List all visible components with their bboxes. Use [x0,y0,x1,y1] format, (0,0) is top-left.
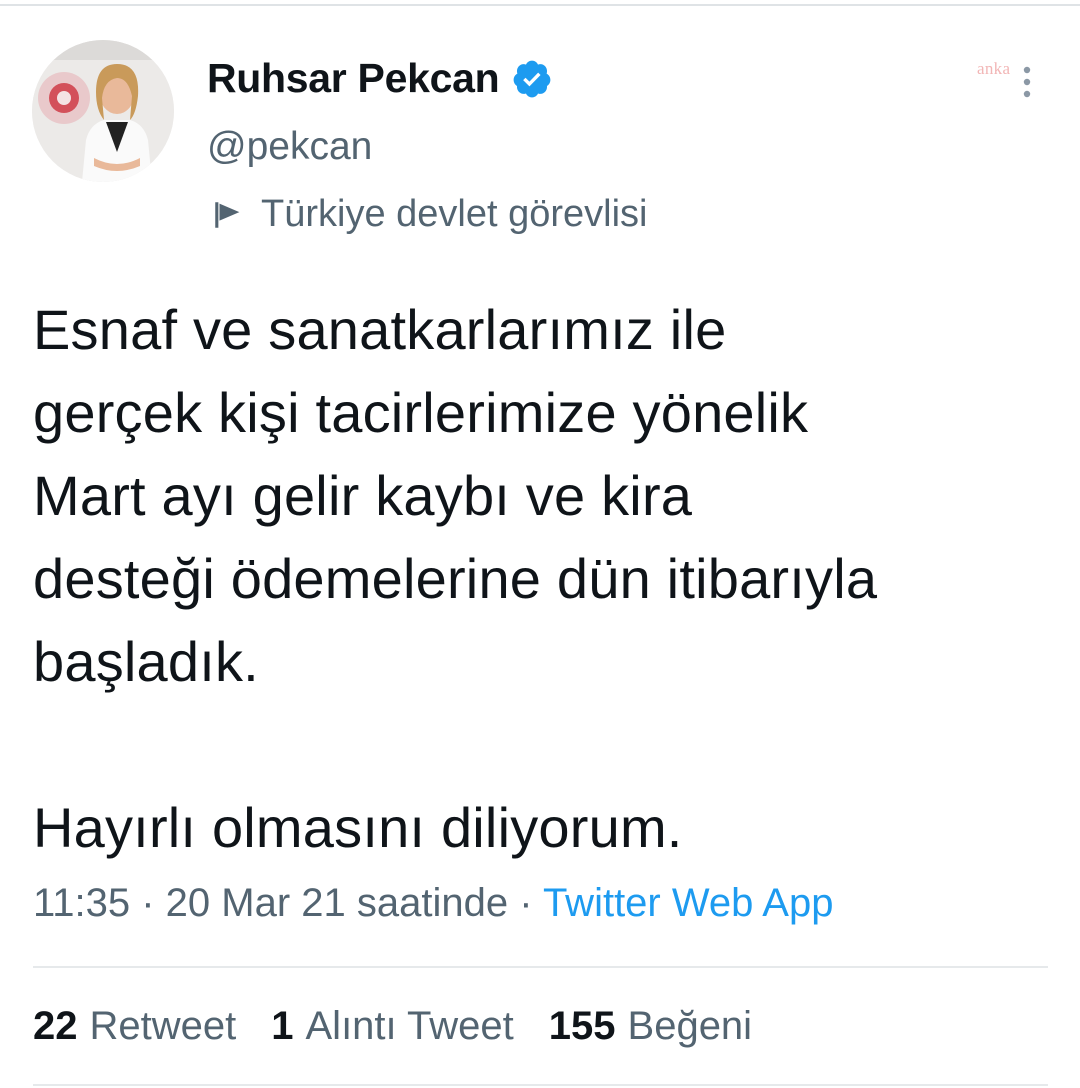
like-label: Beğeni [627,1004,753,1048]
like-count-link[interactable]: 155 Beğeni [549,1004,752,1049]
tweet-text-line: gerçek kişi tacirlerimize yönelik [33,381,809,444]
tweet-meta: 11:35 · 20 Mar 21 saatinde · Twitter Web… [33,881,833,926]
author-handle[interactable]: @pekcan [207,125,372,169]
watermark-logo: anka [977,59,1011,78]
quote-count: 1 [271,1004,294,1048]
retweet-count: 22 [33,1004,78,1048]
flag-icon [215,201,240,228]
avatar[interactable] [32,40,174,182]
quote-label: Alıntı Tweet [305,1004,514,1048]
affiliation-text: Türkiye devlet görevlisi [261,193,648,235]
tweet-source-link[interactable]: Twitter Web App [543,881,834,925]
retweet-label: Retweet [89,1004,237,1048]
more-vertical-icon[interactable] [1016,60,1038,104]
tweet-stats: 22 Retweet 1 Alıntı Tweet 155 Beğeni [33,1004,787,1049]
tweet-text-line: başladık. [33,630,259,693]
tweet-text-blank-line [33,703,1043,786]
author-display-name[interactable]: Ruhsar Pekcan [207,55,500,102]
tweet-timestamp[interactable]: 11:35 · 20 Mar 21 saatinde [33,881,508,925]
top-divider [0,4,1080,6]
retweet-count-link[interactable]: 22 Retweet [33,1004,236,1049]
quote-count-link[interactable]: 1 Alıntı Tweet [271,1004,514,1049]
meta-separator: · [508,881,543,925]
tweet-text-line: Esnaf ve sanatkarlarımız ile [33,298,727,361]
tweet-text-line: Mart ayı gelir kaybı ve kira [33,464,693,527]
avatar-image [32,40,174,182]
like-count: 155 [548,1004,616,1048]
stats-divider-top [33,966,1048,968]
tweet-text-line: Hayırlı olmasını diliyorum. [33,796,683,859]
tweet-text-line: desteği ödemelerine dün itibarıyla [33,547,878,610]
tweet-text: Esnaf ve sanatkarlarımız ile gerçek kişi… [33,288,1043,869]
author-name-row[interactable]: Ruhsar Pekcan [207,55,553,102]
stats-divider-bottom [33,1084,1048,1086]
affiliation-label-row: Türkiye devlet görevlisi [207,193,647,236]
verified-badge-icon [513,60,551,97]
